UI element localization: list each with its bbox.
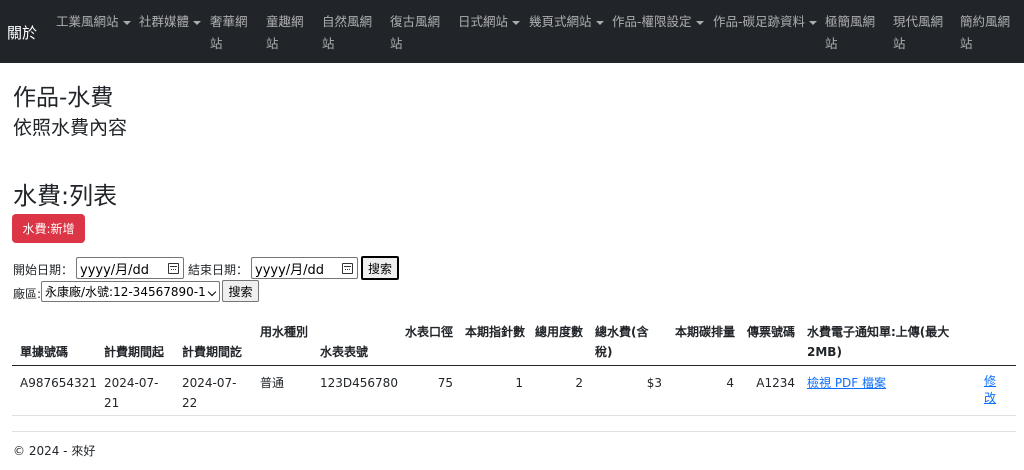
chevron-down-icon xyxy=(207,287,217,297)
nav-item-nature[interactable]: 自然風網站 xyxy=(322,11,374,55)
chevron-down-icon xyxy=(809,20,818,25)
nav-item-industrial[interactable]: 工業風網站 xyxy=(56,11,131,33)
calendar-icon[interactable] xyxy=(342,263,353,274)
end-date-label: 結束日期： xyxy=(188,263,249,277)
plant-label: 廠區: xyxy=(13,287,42,301)
col-header-reading: 本期指針數 xyxy=(465,325,526,339)
page-subtitle: 依照水費內容 xyxy=(13,117,128,139)
footer-divider xyxy=(12,431,1016,432)
cell-doc-no: A987654321 xyxy=(20,376,97,390)
nav-item-permissions[interactable]: 作品-權限設定 xyxy=(612,11,704,33)
plant-search-button[interactable]: 搜索 xyxy=(222,280,259,302)
nav-item-minimal[interactable]: 極簡風網站 xyxy=(825,11,877,55)
view-pdf-link[interactable]: 檢視 PDF 檔案 xyxy=(807,373,886,393)
plant-select[interactable]: 永康廠/水號:12-34567890-1 xyxy=(41,281,220,302)
col-header-pdf-upload: 水費電子通知單:上傳(最大2MB) xyxy=(807,325,950,359)
chevron-down-icon xyxy=(122,20,131,25)
col-header-period-start: 計費期間起 xyxy=(104,345,165,359)
col-header-carbon: 本期碳排量 xyxy=(675,325,736,339)
chevron-down-icon xyxy=(595,20,604,25)
col-header-water-type: 用水種別 xyxy=(260,325,309,339)
navbar-brand[interactable]: 關於 xyxy=(7,22,37,43)
top-navbar: 關於 工業風網站 社群媒體 奢華網站 童趣網站 自然風網站 復古風網站 日式網站… xyxy=(0,0,1024,63)
footer-text: © 2024 - 來好 xyxy=(13,444,96,458)
cell-water-type: 普通 xyxy=(260,376,285,390)
col-header-usage: 總用度數 xyxy=(535,325,584,339)
list-heading: 水費:列表 xyxy=(13,182,118,210)
col-header-fee: 總水費(含稅) xyxy=(595,325,649,359)
cell-carbon: 4 xyxy=(726,376,734,390)
nav-item-luxury[interactable]: 奢華網站 xyxy=(210,11,250,55)
start-date-input[interactable]: yyyy/月/dd xyxy=(76,257,184,279)
nav-item-modern[interactable]: 現代風網站 xyxy=(893,11,945,55)
col-header-period-end: 計費期間訖 xyxy=(182,345,243,359)
edit-link[interactable]: 修改 xyxy=(984,373,998,407)
col-header-doc-no: 單據號碼 xyxy=(20,345,69,359)
chevron-down-icon xyxy=(193,20,202,25)
cell-period-end: 2024-07-22 xyxy=(182,376,237,410)
table-row-divider xyxy=(12,415,1016,416)
cell-meter-no: 123D456780 xyxy=(320,376,398,390)
nav-item-social[interactable]: 社群媒體 xyxy=(139,11,202,33)
cell-voucher: A1234 xyxy=(756,376,795,390)
nav-item-simple[interactable]: 簡約風網站 xyxy=(960,11,1012,55)
cell-period-start: 2024-07-21 xyxy=(104,376,159,410)
calendar-icon[interactable] xyxy=(168,263,179,274)
nav-item-pages[interactable]: 幾頁式網站 xyxy=(529,11,604,33)
page-title: 作品-水費 xyxy=(13,85,114,111)
table-header-divider xyxy=(12,365,1016,366)
nav-item-carbon[interactable]: 作品-碳足跡資料 xyxy=(713,11,818,33)
cell-usage: 2 xyxy=(575,376,583,390)
cell-reading: 1 xyxy=(515,376,523,390)
cell-fee: $3 xyxy=(646,376,662,390)
date-search-button[interactable]: 搜索 xyxy=(361,256,399,280)
chevron-down-icon xyxy=(512,20,521,25)
end-date-input[interactable]: yyyy/月/dd xyxy=(251,257,358,279)
chevron-down-icon xyxy=(695,20,704,25)
add-water-fee-button[interactable]: 水費:新增 xyxy=(12,214,85,243)
nav-item-retro[interactable]: 復古風網站 xyxy=(390,11,442,55)
nav-item-kids[interactable]: 童趣網站 xyxy=(266,11,306,55)
col-header-meter-no: 水表表號 xyxy=(320,345,369,359)
start-date-label: 開始日期： xyxy=(13,263,74,277)
nav-item-japanese[interactable]: 日式網站 xyxy=(458,11,521,33)
col-header-voucher: 傳票號碼 xyxy=(747,325,796,339)
col-header-caliber: 水表口徑 xyxy=(405,325,454,339)
cell-caliber: 75 xyxy=(437,376,453,390)
